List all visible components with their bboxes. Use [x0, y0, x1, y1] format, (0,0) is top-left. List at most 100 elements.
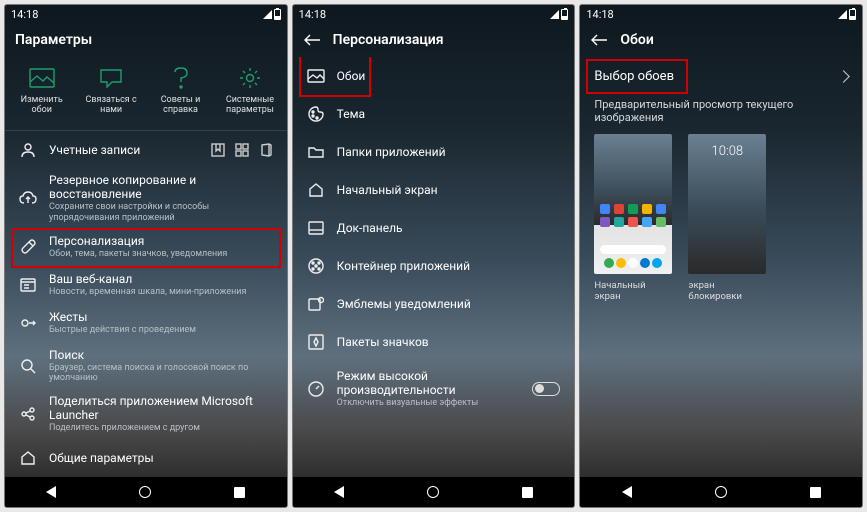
- nav-home[interactable]: [139, 486, 151, 498]
- row-subtitle: Отключить визуальные эффекты: [337, 398, 521, 409]
- row-theme[interactable]: Тема: [293, 95, 575, 133]
- swipe-icon: [19, 314, 37, 332]
- row-gestures[interactable]: Жесты Быстрые действия с проведением: [5, 304, 287, 342]
- chevron-right-icon: [837, 70, 850, 83]
- row-title: Жесты: [49, 310, 273, 324]
- nav-back[interactable]: [46, 486, 56, 498]
- news-icon: [19, 276, 37, 294]
- home-icon: [307, 181, 325, 199]
- row-personalization[interactable]: Персонализация Обои, тема, пакеты значко…: [5, 228, 287, 266]
- row-wallpaper[interactable]: Обои: [293, 57, 575, 95]
- row-title: Режим высокой производительности: [337, 369, 521, 397]
- row-notification-badges[interactable]: Эмблемы уведомлений: [293, 285, 575, 323]
- screen-personalization: 14:18 Персонализация Обои Тема Папки при…: [292, 4, 576, 508]
- nav-back[interactable]: [334, 486, 344, 498]
- row-icon-packs[interactable]: Пакеты значков: [293, 323, 575, 361]
- row-subtitle: Быстрые действия с проведением: [49, 325, 273, 336]
- nav-recents[interactable]: [522, 487, 533, 498]
- row-app-drawer[interactable]: Контейнер приложений: [293, 247, 575, 285]
- status-bar: 14:18: [293, 5, 575, 23]
- preview-search-bar: [600, 245, 666, 254]
- status-time: 14:18: [11, 8, 38, 21]
- row-accounts[interactable]: Учетные записи: [5, 131, 287, 169]
- back-button[interactable]: [590, 31, 608, 49]
- row-subtitle: Сохраните свои настройки и способы упоря…: [49, 202, 273, 224]
- nav-back[interactable]: [622, 486, 632, 498]
- row-title: Общие параметры: [49, 451, 273, 465]
- row-dock[interactable]: Док-панель: [293, 209, 575, 247]
- page-title: Параметры: [15, 32, 92, 48]
- quick-label: Системные параметры: [219, 95, 281, 116]
- share-icon: [19, 405, 37, 423]
- row-title: Поделиться приложением Microsoft Launche…: [49, 394, 273, 422]
- row-general[interactable]: Общие параметры: [5, 439, 287, 477]
- gear-icon: [237, 67, 263, 89]
- screen-wallpaper: 14:18 Обои Выбор обоев Предварительный п…: [579, 4, 863, 508]
- row-title: Поиск: [49, 348, 273, 362]
- quick-label: Советы и справка: [150, 95, 212, 116]
- battery-icon: [274, 9, 281, 20]
- status-bar: 14:18: [5, 5, 287, 23]
- nav-home[interactable]: [427, 486, 439, 498]
- battery-icon: [849, 9, 856, 20]
- row-feed[interactable]: Ваш веб-канал Новости, временная шкала, …: [5, 266, 287, 304]
- page-title: Персонализация: [333, 32, 444, 48]
- row-title: Резервное копирование и восстановление: [49, 173, 273, 201]
- performance-toggle[interactable]: [532, 382, 560, 396]
- row-title: Тема: [337, 107, 561, 121]
- windows-icon: [235, 143, 249, 157]
- status-bar: 14:18: [580, 5, 862, 23]
- app-bar: Параметры: [5, 23, 287, 57]
- folder-icon: [307, 143, 325, 161]
- nav-bar: [5, 477, 287, 507]
- nav-home[interactable]: [715, 486, 727, 498]
- row-app-folders[interactable]: Папки приложений: [293, 133, 575, 171]
- row-home-screen[interactable]: Начальный экран: [293, 171, 575, 209]
- palette-icon: [307, 105, 325, 123]
- signal-icon: [550, 10, 559, 19]
- office-icon: [259, 143, 273, 157]
- app-grid-icon: [307, 257, 325, 275]
- search-icon: [19, 357, 37, 375]
- preview-home[interactable]: Начальный экран: [594, 134, 672, 302]
- nav-bar: [580, 477, 862, 507]
- brush-icon: [19, 238, 37, 256]
- select-wallpaper-label: Выбор обоев: [594, 69, 674, 84]
- picture-icon: [29, 67, 55, 89]
- nav-recents[interactable]: [810, 487, 821, 498]
- preview-lock[interactable]: 10:08 экран блокировки: [688, 134, 766, 302]
- back-button[interactable]: [303, 31, 321, 49]
- app-bar: Персонализация: [293, 23, 575, 57]
- row-search[interactable]: Поиск Браузер, система поиска и голосово…: [5, 342, 287, 389]
- app-bar: Обои: [580, 23, 862, 57]
- row-select-wallpaper[interactable]: Выбор обоев: [580, 57, 862, 96]
- preview-app-icons: [600, 204, 666, 227]
- home-icon: [19, 449, 37, 467]
- preview-home-thumb: [594, 134, 672, 274]
- screen-settings: 14:18 Параметры Изменить обои Связаться …: [4, 4, 288, 508]
- picture-icon: [307, 67, 325, 85]
- quick-contact-us[interactable]: Связаться с нами: [80, 67, 142, 116]
- dock-icon: [307, 219, 325, 237]
- quick-help[interactable]: Советы и справка: [150, 67, 212, 116]
- row-title: Док-панель: [337, 221, 561, 235]
- quick-system-settings[interactable]: Системные параметры: [219, 67, 281, 116]
- row-subtitle: Браузер, система поиска и голосовой поис…: [49, 363, 273, 385]
- row-title: Контейнер приложений: [337, 259, 561, 273]
- row-title: Начальный экран: [337, 183, 561, 197]
- row-backup[interactable]: Резервное копирование и восстановление С…: [5, 169, 287, 228]
- row-share[interactable]: Поделиться приложением Microsoft Launche…: [5, 389, 287, 439]
- page-title: Обои: [620, 32, 653, 48]
- quick-change-wallpaper[interactable]: Изменить обои: [11, 67, 73, 116]
- row-title: Персонализация: [49, 234, 273, 248]
- quick-actions-row: Изменить обои Связаться с нами Советы и …: [5, 57, 287, 131]
- preview-dock: [600, 258, 666, 270]
- question-icon: [168, 67, 194, 89]
- preview-lock-thumb: 10:08: [688, 134, 766, 274]
- person-icon: [19, 141, 37, 159]
- row-subtitle: Поделитесь приложением с другом: [49, 423, 273, 434]
- nav-recents[interactable]: [234, 487, 245, 498]
- bookmark-icon: [211, 143, 225, 157]
- row-title: Ваш веб-канал: [49, 272, 273, 286]
- row-performance[interactable]: Режим высокой производительности Отключи…: [293, 361, 575, 417]
